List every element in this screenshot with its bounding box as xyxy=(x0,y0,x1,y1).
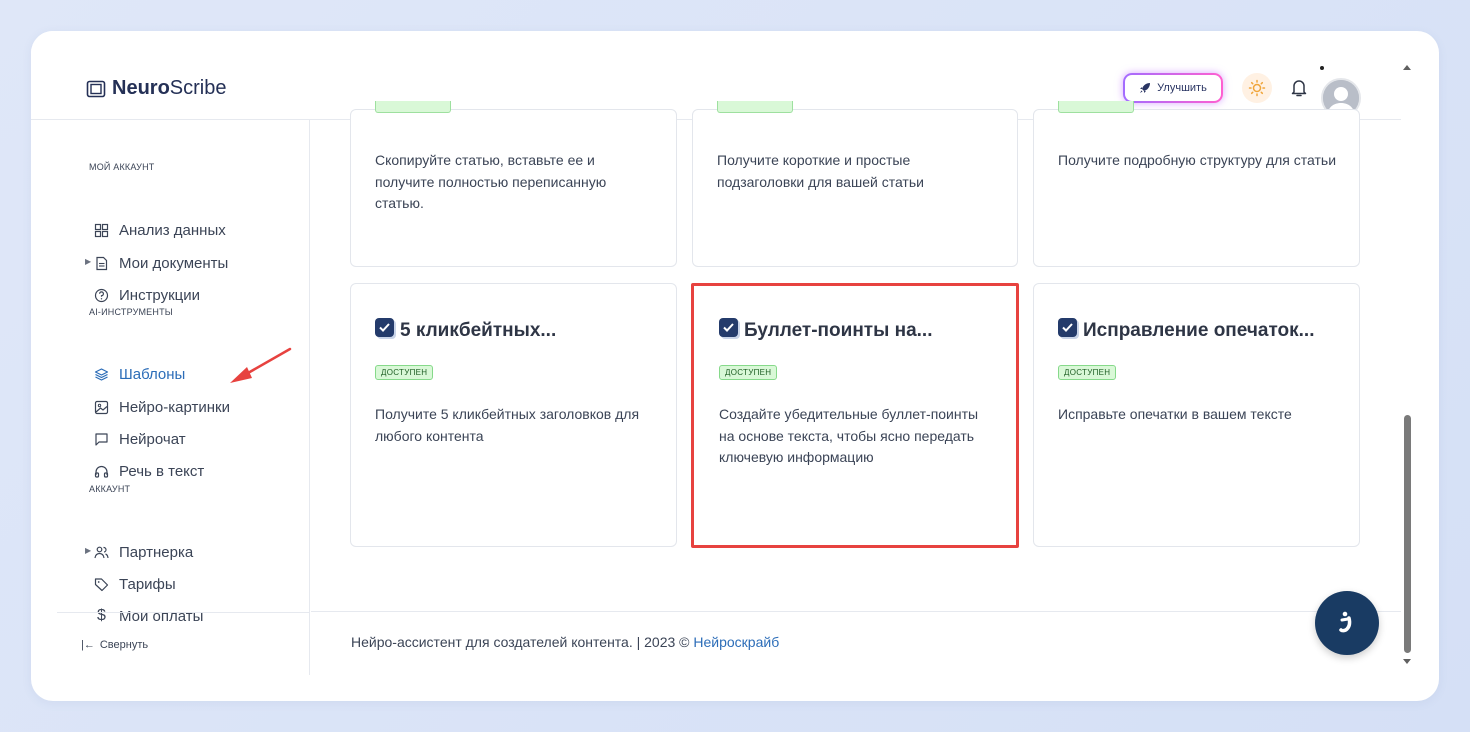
status-badge xyxy=(375,101,451,113)
upgrade-label: Улучшить xyxy=(1157,82,1207,94)
sidebar-item-neuro-images[interactable]: Нейро-картинки xyxy=(94,396,230,418)
notification-dot xyxy=(1320,66,1324,70)
status-badge: ДОСТУПЕН xyxy=(719,365,778,380)
footer: Нейро-ассистент для создателей контента.… xyxy=(351,634,779,650)
sidebar-item-label: Речь в текст xyxy=(119,462,205,480)
sidebar-item-label: Инструкции xyxy=(119,286,201,304)
template-card[interactable]: Получите короткие и простые подзаголовки… xyxy=(692,101,1018,267)
bell-icon xyxy=(1291,80,1307,97)
status-badge xyxy=(1058,101,1134,113)
sidebar-footer: |← Свернуть xyxy=(57,612,310,675)
chat-icon xyxy=(95,432,108,446)
card-title: Буллет-поинты на... xyxy=(719,317,933,342)
card-description: Получите короткие и простые подзаголовки… xyxy=(717,152,924,190)
brand-bold: Neuro xyxy=(112,77,170,100)
footer-text: Нейро-ассистент для создателей контента.… xyxy=(351,634,694,650)
annotation-arrow-icon xyxy=(230,347,292,383)
expand-caret-icon[interactable]: ▶ xyxy=(85,257,91,266)
card-description: Создайте убедительные буллет-поинты на о… xyxy=(719,406,979,465)
sidebar-item-analytics[interactable]: Анализ данных xyxy=(94,219,226,241)
checkbox-icon xyxy=(719,317,738,337)
sidebar-item-documents[interactable]: Мои документы xyxy=(94,252,228,274)
collapse-arrow-icon: |← xyxy=(81,639,95,651)
headphones-icon xyxy=(94,465,109,478)
sun-icon xyxy=(1248,79,1266,97)
status-badge: ДОСТУПЕН xyxy=(1058,365,1117,380)
card-description: Получите 5 кликбейтных заголовков для лю… xyxy=(375,406,640,444)
sidebar-item-label: Тарифы xyxy=(119,575,176,593)
sidebar-item-label: Шаблоны xyxy=(119,365,186,383)
card-description: Скопируйте статью, вставьте ее и получит… xyxy=(375,152,607,211)
template-card[interactable]: Скопируйте статью, вставьте ее и получит… xyxy=(350,101,677,267)
card-title: Исправление опечаток... xyxy=(1058,317,1315,342)
sidebar-item-label: Анализ данных xyxy=(119,221,226,239)
sidebar-item-instructions[interactable]: Инструкции xyxy=(94,284,200,306)
scroll-up-arrow-icon[interactable] xyxy=(1403,65,1411,70)
sidebar: МОЙ АККАУНТ Анализ данных ▶ Мои документ… xyxy=(57,120,310,675)
document-icon xyxy=(96,256,108,270)
upgrade-button[interactable]: Улучшить xyxy=(1123,73,1223,103)
sidebar-item-partners[interactable]: Партнерка xyxy=(94,541,193,563)
top-header: NeuroScribe Улучшить xyxy=(31,31,1401,120)
brand-logo[interactable]: NeuroScribe xyxy=(86,77,227,101)
checkbox-icon xyxy=(375,317,394,337)
template-card-bullet-points[interactable]: Буллет-поинты на... ДОСТУПЕН Создайте уб… xyxy=(691,283,1019,548)
scroll-down-arrow-icon[interactable] xyxy=(1403,659,1411,664)
logo-icon xyxy=(86,80,106,98)
template-card[interactable]: Получите подробную структуру для статьи xyxy=(1033,101,1360,267)
status-badge xyxy=(717,101,793,113)
sidebar-item-label: Нейрочат xyxy=(119,430,186,448)
checkbox-icon xyxy=(1058,317,1077,337)
rocket-icon xyxy=(1140,83,1151,93)
sidebar-item-tariffs[interactable]: Тарифы xyxy=(94,573,176,595)
template-card-typos[interactable]: Исправление опечаток... ДОСТУПЕН Исправь… xyxy=(1033,283,1360,547)
app-window: NeuroScribe Улучшить МОЙ АККАУНТ Анализ … xyxy=(31,31,1439,701)
section-label-ai-tools: AI-ИНСТРУМЕНТЫ xyxy=(89,307,173,317)
chat-widget-icon xyxy=(1339,611,1352,633)
notifications-button[interactable] xyxy=(1287,76,1311,100)
expand-caret-icon[interactable]: ▶ xyxy=(85,546,91,555)
image-icon xyxy=(94,400,109,414)
template-card-clickbait[interactable]: 5 кликбейтных... ДОСТУПЕН Получите 5 кли… xyxy=(350,283,677,547)
card-title-text: 5 кликбейтных... xyxy=(400,320,557,341)
tag-icon xyxy=(94,577,109,591)
footer-link[interactable]: Нейроскрайб xyxy=(693,634,779,650)
card-title: 5 кликбейтных... xyxy=(375,317,557,342)
question-circle-icon xyxy=(94,288,109,302)
card-title-text: Исправление опечаток... xyxy=(1083,320,1315,341)
section-label-account: АККАУНТ xyxy=(89,484,131,494)
collapse-button[interactable]: |← Свернуть xyxy=(81,639,148,651)
theme-toggle-button[interactable] xyxy=(1242,73,1272,103)
scroll-thumb[interactable] xyxy=(1404,415,1411,653)
footer-divider xyxy=(311,611,1401,612)
status-badge: ДОСТУПЕН xyxy=(375,365,434,380)
sidebar-item-label: Партнерка xyxy=(119,543,194,561)
grid-icon xyxy=(94,223,109,237)
sidebar-item-templates[interactable]: Шаблоны xyxy=(94,363,185,385)
card-description: Исправьте опечатки в вашем тексте xyxy=(1058,406,1292,422)
vertical-scrollbar[interactable] xyxy=(1401,59,1413,671)
sidebar-item-label: Нейро-картинки xyxy=(119,398,230,416)
users-icon xyxy=(94,546,109,558)
sidebar-item-speech-to-text[interactable]: Речь в текст xyxy=(94,460,204,482)
support-chat-button[interactable] xyxy=(1315,591,1379,655)
collapse-label: Свернуть xyxy=(99,639,149,651)
layers-icon xyxy=(94,367,109,381)
card-title-text: Буллет-поинты на... xyxy=(744,320,933,341)
card-description: Получите подробную структуру для статьи xyxy=(1058,152,1337,168)
section-label-my-account: МОЙ АККАУНТ xyxy=(89,162,155,172)
sidebar-item-label: Мои документы xyxy=(119,254,229,272)
sidebar-item-neurochat[interactable]: Нейрочат xyxy=(94,428,186,450)
brand-light: Scribe xyxy=(169,77,227,100)
